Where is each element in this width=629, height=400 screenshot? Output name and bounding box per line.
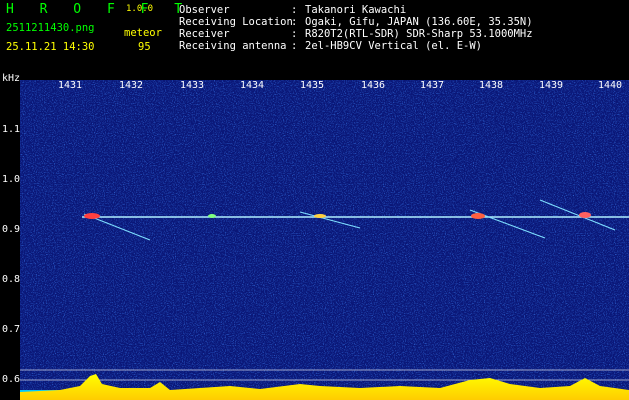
meteor-head-echo [208,214,216,218]
y-tick-label: 0.7 [2,324,21,335]
x-tick-label: 1432 [119,80,144,91]
x-tick-label: 1433 [180,80,205,91]
x-tick-label: 1439 [539,80,564,91]
x-tick-label: 1435 [300,80,325,91]
x-tick-label: 1440 [598,80,623,91]
meteor-head-echo [84,213,100,219]
x-tick-label: 1431 [58,80,83,91]
meteor-head-echo [579,212,591,218]
spectrogram [20,80,629,400]
x-axis-time-ticks: 1431 1432 1433 1434 1435 1436 1437 1438 … [0,80,629,94]
y-tick-label: 0.9 [2,224,21,235]
x-tick-label: 1434 [240,80,265,91]
y-tick-label: 1.1 [2,124,21,135]
y-tick-label: 0.8 [2,274,21,285]
y-tick-label: 0.6 [2,374,21,385]
spectrogram-noise [20,80,629,400]
y-tick-label: 1.0 [2,174,21,185]
meteor-head-echo [314,214,326,218]
x-tick-label: 1436 [361,80,386,91]
x-tick-label: 1437 [420,80,445,91]
meteor-head-echo [471,213,485,219]
x-tick-label: 1438 [479,80,504,91]
